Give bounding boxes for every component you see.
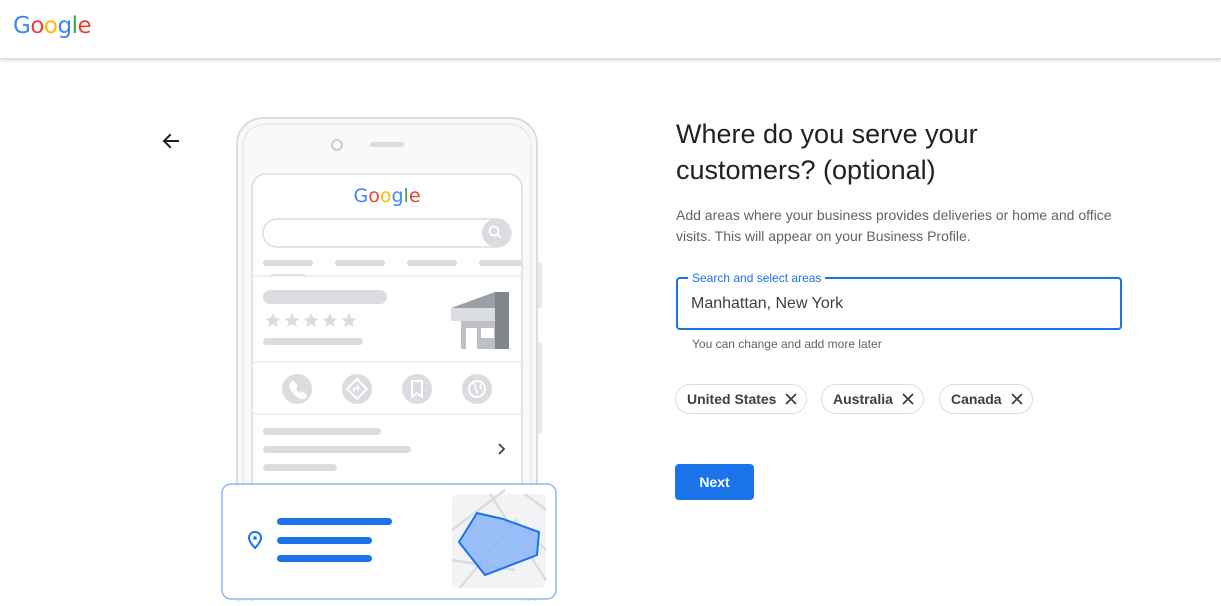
logo-letter: e [77,13,92,39]
close-icon [1010,393,1023,405]
arrow-back-icon [162,133,179,149]
chip-label: Australia [833,391,893,407]
phone-logo-letter: o [368,185,380,207]
logo-letter: G [13,13,31,39]
service-area-search-field[interactable]: Search and select areas [676,271,1122,330]
chip-label: United States [687,391,777,407]
helper-text: You can change and add more later [692,337,882,351]
logo-letter: o [30,13,44,39]
chip-label: Canada [951,391,1002,407]
back-button[interactable] [156,126,186,156]
phone-google-logo: Google [353,185,420,207]
area-chip-australia[interactable]: Australia [821,384,924,414]
remove-chip-button[interactable] [899,390,917,408]
google-logo[interactable]: Google [13,13,92,39]
service-area-map [451,489,548,589]
next-button[interactable]: Next [675,464,754,500]
page-description: Add areas where your business provides d… [676,207,1112,244]
phone-logo-letter: e [409,185,421,207]
area-chip-united-states[interactable]: United States [675,384,808,414]
top-app-bar: Google [0,0,1221,59]
phone-logo-letter: g [391,185,403,207]
logo-letter: g [57,13,72,39]
phone-logo-letter: G [353,185,368,207]
remove-chip-button[interactable] [1008,390,1026,408]
search-field-label: Search and select areas [688,271,826,285]
close-icon [785,393,798,405]
business-profile-illustration: Google [215,110,565,606]
page-title: Where do you serve your customers? (opti… [676,119,978,185]
remove-chip-button[interactable] [782,390,800,408]
phone-illustration-svg: Google [221,117,557,606]
close-icon [902,393,914,405]
phone-logo-letter: o [380,185,392,207]
service-area-search-input[interactable] [691,292,1091,316]
logo-letter: o [43,13,58,39]
area-chip-canada[interactable]: Canada [939,384,1033,414]
